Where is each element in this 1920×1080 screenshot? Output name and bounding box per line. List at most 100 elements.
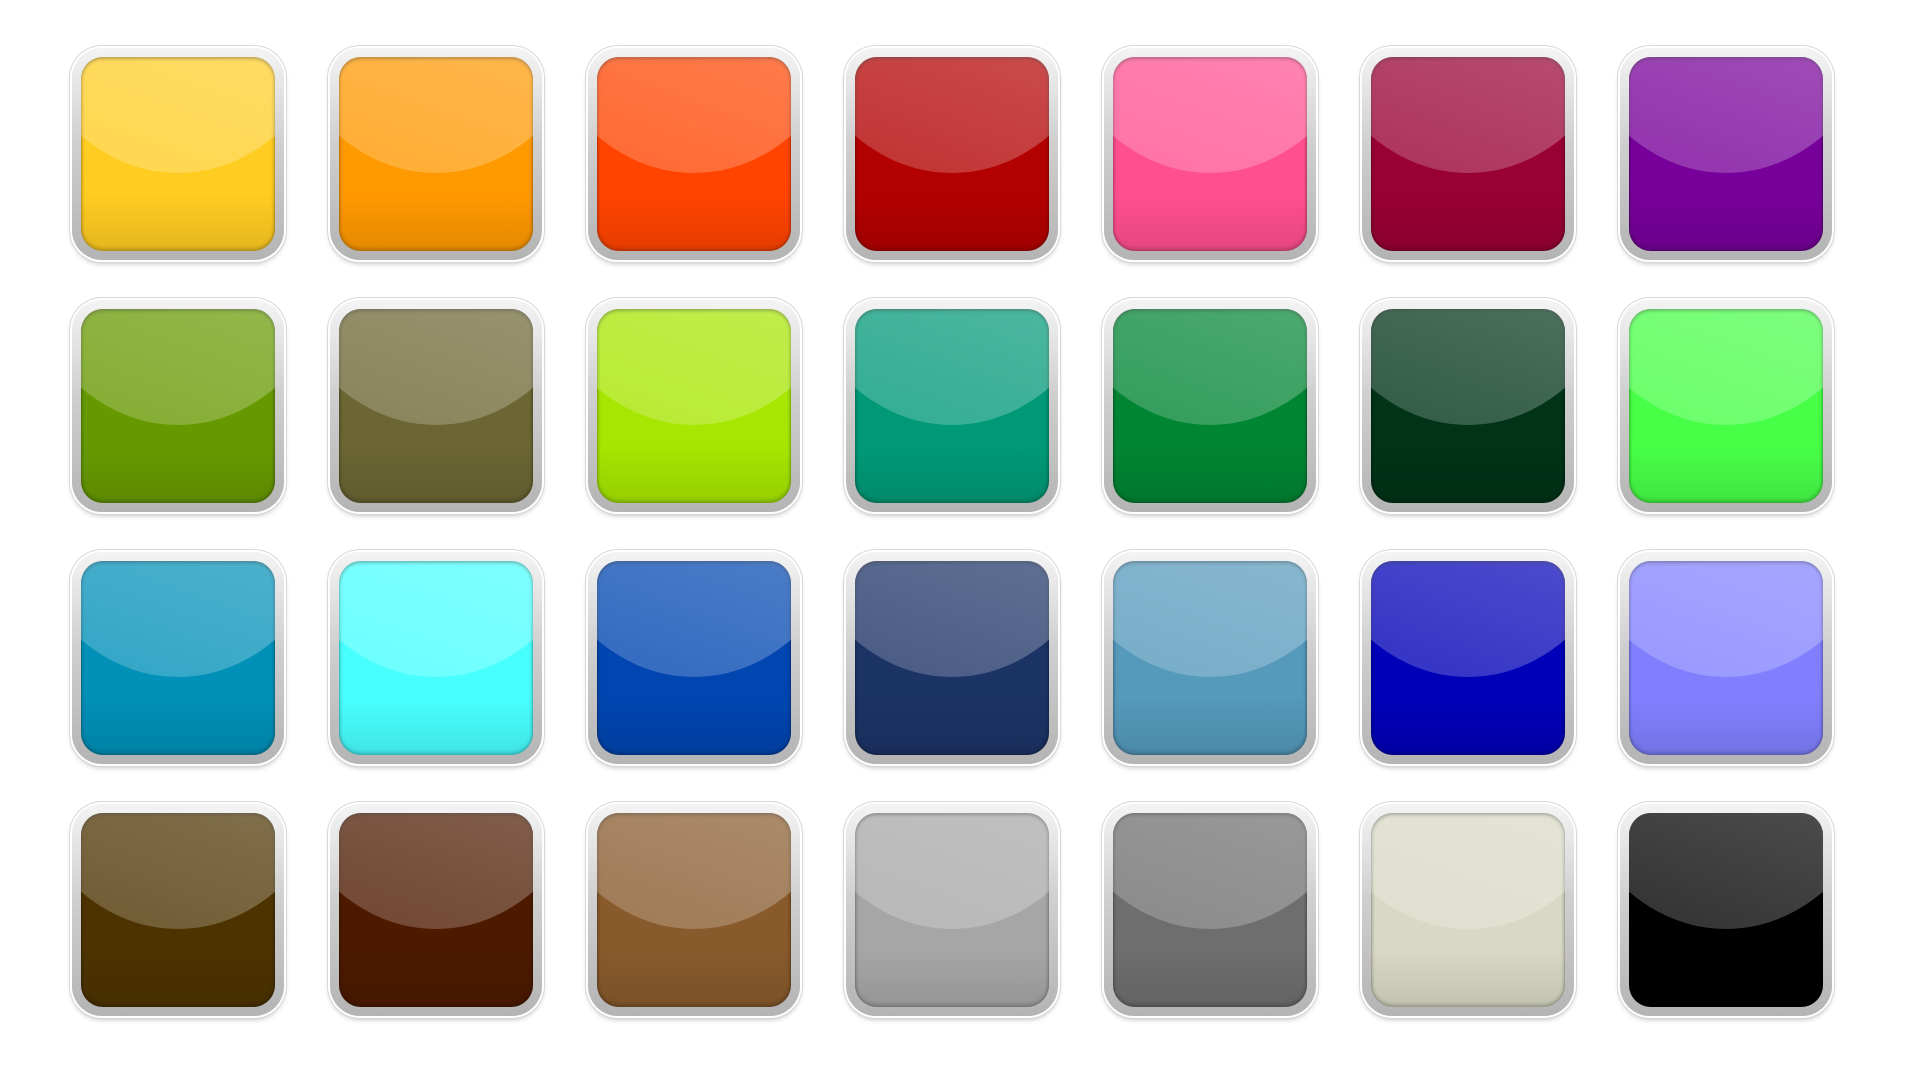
teal-glossy-button[interactable] <box>846 300 1058 512</box>
gloss-highlight <box>855 813 1049 930</box>
bottom-shade <box>1113 192 1307 251</box>
gloss-highlight <box>81 813 275 930</box>
black-button-face <box>1629 813 1823 1007</box>
navy-button-face <box>855 561 1049 755</box>
lime-button-face <box>597 309 791 503</box>
gloss-highlight <box>855 309 1049 426</box>
periwinkle-glossy-button[interactable] <box>1620 552 1832 764</box>
royal-blue-button-face <box>1371 561 1565 755</box>
bottom-shade <box>597 948 791 1007</box>
royal-blue-glossy-button[interactable] <box>1362 552 1574 764</box>
bottom-shade <box>597 444 791 503</box>
gloss-highlight <box>1629 561 1823 678</box>
bottom-shade <box>1371 696 1565 755</box>
bottom-shade <box>597 696 791 755</box>
bottom-shade <box>339 948 533 1007</box>
gloss-highlight <box>81 309 275 426</box>
gloss-highlight <box>1113 309 1307 426</box>
blue-button-face <box>597 561 791 755</box>
orange-button-face <box>339 57 533 251</box>
yellow-glossy-button[interactable] <box>72 48 284 260</box>
bottom-shade <box>855 696 1049 755</box>
beige-glossy-button[interactable] <box>1362 804 1574 1016</box>
khaki-olive-glossy-button[interactable] <box>330 300 542 512</box>
bottom-shade <box>81 696 275 755</box>
bright-green-button-face <box>1629 309 1823 503</box>
gloss-highlight <box>1113 57 1307 174</box>
dark-brown-button-face <box>81 813 275 1007</box>
steel-blue-glossy-button[interactable] <box>1104 552 1316 764</box>
maroon-brown-glossy-button[interactable] <box>330 804 542 1016</box>
gloss-highlight <box>597 813 791 930</box>
gloss-highlight <box>1629 813 1823 930</box>
gloss-highlight <box>597 57 791 174</box>
bottom-shade <box>1629 192 1823 251</box>
purple-button-face <box>1629 57 1823 251</box>
bottom-shade <box>1113 444 1307 503</box>
beige-button-face <box>1371 813 1565 1007</box>
bottom-shade <box>1113 696 1307 755</box>
cerulean-glossy-button[interactable] <box>72 552 284 764</box>
dark-green-button-face <box>1371 309 1565 503</box>
bottom-shade <box>339 696 533 755</box>
gloss-highlight <box>597 561 791 678</box>
gloss-highlight <box>81 561 275 678</box>
cyan-button-face <box>339 561 533 755</box>
cerulean-button-face <box>81 561 275 755</box>
bottom-shade <box>1629 948 1823 1007</box>
gloss-highlight <box>597 309 791 426</box>
gloss-highlight <box>339 309 533 426</box>
bottom-shade <box>81 444 275 503</box>
dark-red-button-face <box>855 57 1049 251</box>
bottom-shade <box>1629 696 1823 755</box>
gloss-highlight <box>1629 309 1823 426</box>
khaki-olive-button-face <box>339 309 533 503</box>
gloss-highlight <box>81 57 275 174</box>
olive-green-button-face <box>81 309 275 503</box>
gloss-highlight <box>1371 309 1565 426</box>
navy-glossy-button[interactable] <box>846 552 1058 764</box>
gloss-highlight <box>1113 813 1307 930</box>
gloss-highlight <box>1371 57 1565 174</box>
orange-glossy-button[interactable] <box>330 48 542 260</box>
bright-green-glossy-button[interactable] <box>1620 300 1832 512</box>
gloss-highlight <box>339 813 533 930</box>
bottom-shade <box>1371 948 1565 1007</box>
gloss-highlight <box>1629 57 1823 174</box>
green-glossy-button[interactable] <box>1104 300 1316 512</box>
dark-red-glossy-button[interactable] <box>846 48 1058 260</box>
green-button-face <box>1113 309 1307 503</box>
bottom-shade <box>855 444 1049 503</box>
black-glossy-button[interactable] <box>1620 804 1832 1016</box>
bottom-shade <box>855 948 1049 1007</box>
gloss-highlight <box>1371 561 1565 678</box>
maroon-brown-button-face <box>339 813 533 1007</box>
gloss-highlight <box>855 57 1049 174</box>
periwinkle-button-face <box>1629 561 1823 755</box>
bottom-shade <box>1371 444 1565 503</box>
gloss-highlight <box>855 561 1049 678</box>
crimson-glossy-button[interactable] <box>1362 48 1574 260</box>
bottom-shade <box>597 192 791 251</box>
pink-glossy-button[interactable] <box>1104 48 1316 260</box>
lime-glossy-button[interactable] <box>588 300 800 512</box>
pink-button-face <box>1113 57 1307 251</box>
crimson-button-face <box>1371 57 1565 251</box>
cyan-glossy-button[interactable] <box>330 552 542 764</box>
bottom-shade <box>339 192 533 251</box>
bottom-shade <box>81 948 275 1007</box>
olive-green-glossy-button[interactable] <box>72 300 284 512</box>
bottom-shade <box>1629 444 1823 503</box>
light-gray-glossy-button[interactable] <box>846 804 1058 1016</box>
dark-brown-glossy-button[interactable] <box>72 804 284 1016</box>
purple-glossy-button[interactable] <box>1620 48 1832 260</box>
bottom-shade <box>81 192 275 251</box>
gray-glossy-button[interactable] <box>1104 804 1316 1016</box>
bottom-shade <box>855 192 1049 251</box>
red-orange-glossy-button[interactable] <box>588 48 800 260</box>
teal-button-face <box>855 309 1049 503</box>
dark-green-glossy-button[interactable] <box>1362 300 1574 512</box>
gloss-highlight <box>1371 813 1565 930</box>
blue-glossy-button[interactable] <box>588 552 800 764</box>
brown-glossy-button[interactable] <box>588 804 800 1016</box>
